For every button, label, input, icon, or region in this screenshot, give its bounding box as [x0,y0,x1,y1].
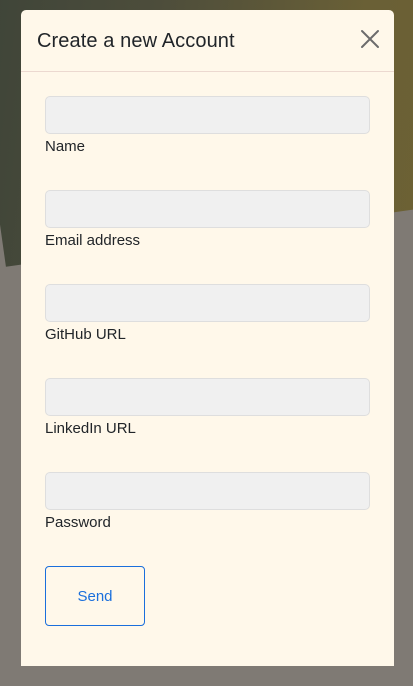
name-label: Name [45,138,86,155]
modal-header: Create a new Account [21,10,394,72]
name-input[interactable] [45,96,370,134]
email-input[interactable] [45,190,370,228]
github-url-label: GitHub URL [45,326,126,343]
close-button[interactable] [360,29,380,49]
send-button[interactable]: Send [45,566,145,626]
linkedin-url-input[interactable] [45,378,370,416]
email-field-group: Email address [45,190,370,284]
linkedin-field-group: LinkedIn URL [45,378,370,472]
password-label: Password [45,514,111,531]
create-account-modal: Create a new Account Name Email address … [21,10,394,666]
password-field-group: Password [45,472,370,566]
modal-title: Create a new Account [37,30,235,52]
github-field-group: GitHub URL [45,284,370,378]
name-field-group: Name [45,96,370,190]
password-input[interactable] [45,472,370,510]
linkedin-url-label: LinkedIn URL [45,420,136,437]
close-icon [361,30,379,48]
account-form: Name Email address GitHub URL LinkedIn U… [45,96,370,566]
github-url-input[interactable] [45,284,370,322]
email-label: Email address [45,232,141,249]
